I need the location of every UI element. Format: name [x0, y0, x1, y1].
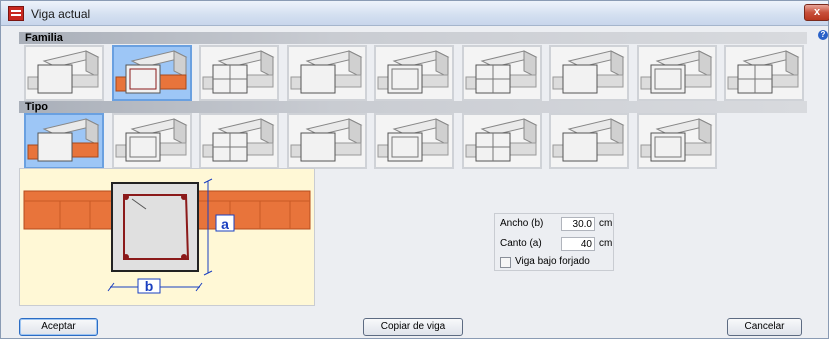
ancho-label: Ancho (b)	[500, 218, 544, 229]
beam-with-plate-icon[interactable]	[374, 45, 454, 101]
triangle-section-beam-icon[interactable]	[199, 45, 279, 101]
cross-section-type-4-icon[interactable]	[286, 113, 367, 169]
window-title: Viga actual	[31, 7, 91, 21]
rectangular-beam-icon[interactable]	[24, 45, 104, 101]
canto-label: Canto (a)	[500, 238, 542, 249]
canto-input[interactable]	[561, 237, 595, 251]
section-drawing: a b	[20, 169, 314, 305]
section-preview: a b	[19, 168, 315, 306]
t-section-type-7-icon[interactable]	[549, 113, 629, 169]
app-icon	[8, 6, 24, 21]
box-section-type-8-icon[interactable]	[636, 113, 717, 169]
title-bar[interactable]: Viga actual x	[1, 1, 829, 26]
dimension-label-a: a	[221, 216, 229, 232]
accept-button[interactable]: Aceptar	[19, 318, 98, 336]
dimension-label-b: b	[145, 278, 154, 294]
tipo-heading: Tipo	[19, 101, 807, 113]
viga-bajo-forjado-label[interactable]: Viga bajo forjado	[515, 256, 590, 267]
dimensions-panel: Ancho (b) cm Canto (a) cm Viga bajo forj…	[494, 213, 614, 271]
rectangular-beam-on-brick-icon[interactable]	[111, 45, 192, 101]
canto-unit: cm	[599, 238, 613, 249]
familia-heading: Familia	[19, 32, 807, 44]
viga-bajo-forjado-checkbox[interactable]	[500, 257, 511, 268]
steel-i-beam-icon[interactable]	[636, 45, 717, 101]
ancho-unit: cm	[599, 218, 613, 229]
close-button[interactable]: x	[804, 4, 829, 21]
help-icon[interactable]: ?	[818, 30, 828, 40]
copy-from-beam-button[interactable]: Copiar de viga	[363, 318, 463, 336]
rectangular-hollow-type-icon[interactable]	[24, 113, 104, 169]
rectangular-type-3-icon[interactable]	[199, 113, 279, 169]
dialog-window: Viga actual x ? Familia Tipo a b Ancho (…	[0, 0, 829, 339]
concrete-block-beam-icon[interactable]	[461, 45, 542, 101]
rectangular-type-2-icon[interactable]	[111, 113, 192, 169]
cross-section-type-5-icon[interactable]	[374, 113, 454, 169]
joist-slab-beam-icon[interactable]	[286, 45, 367, 101]
t-section-type-6-icon[interactable]	[461, 113, 542, 169]
ancho-input[interactable]	[561, 217, 595, 231]
beam-block-icon[interactable]	[724, 45, 804, 101]
cancel-button[interactable]: Cancelar	[727, 318, 802, 336]
slab-strip-icon[interactable]	[549, 45, 629, 101]
